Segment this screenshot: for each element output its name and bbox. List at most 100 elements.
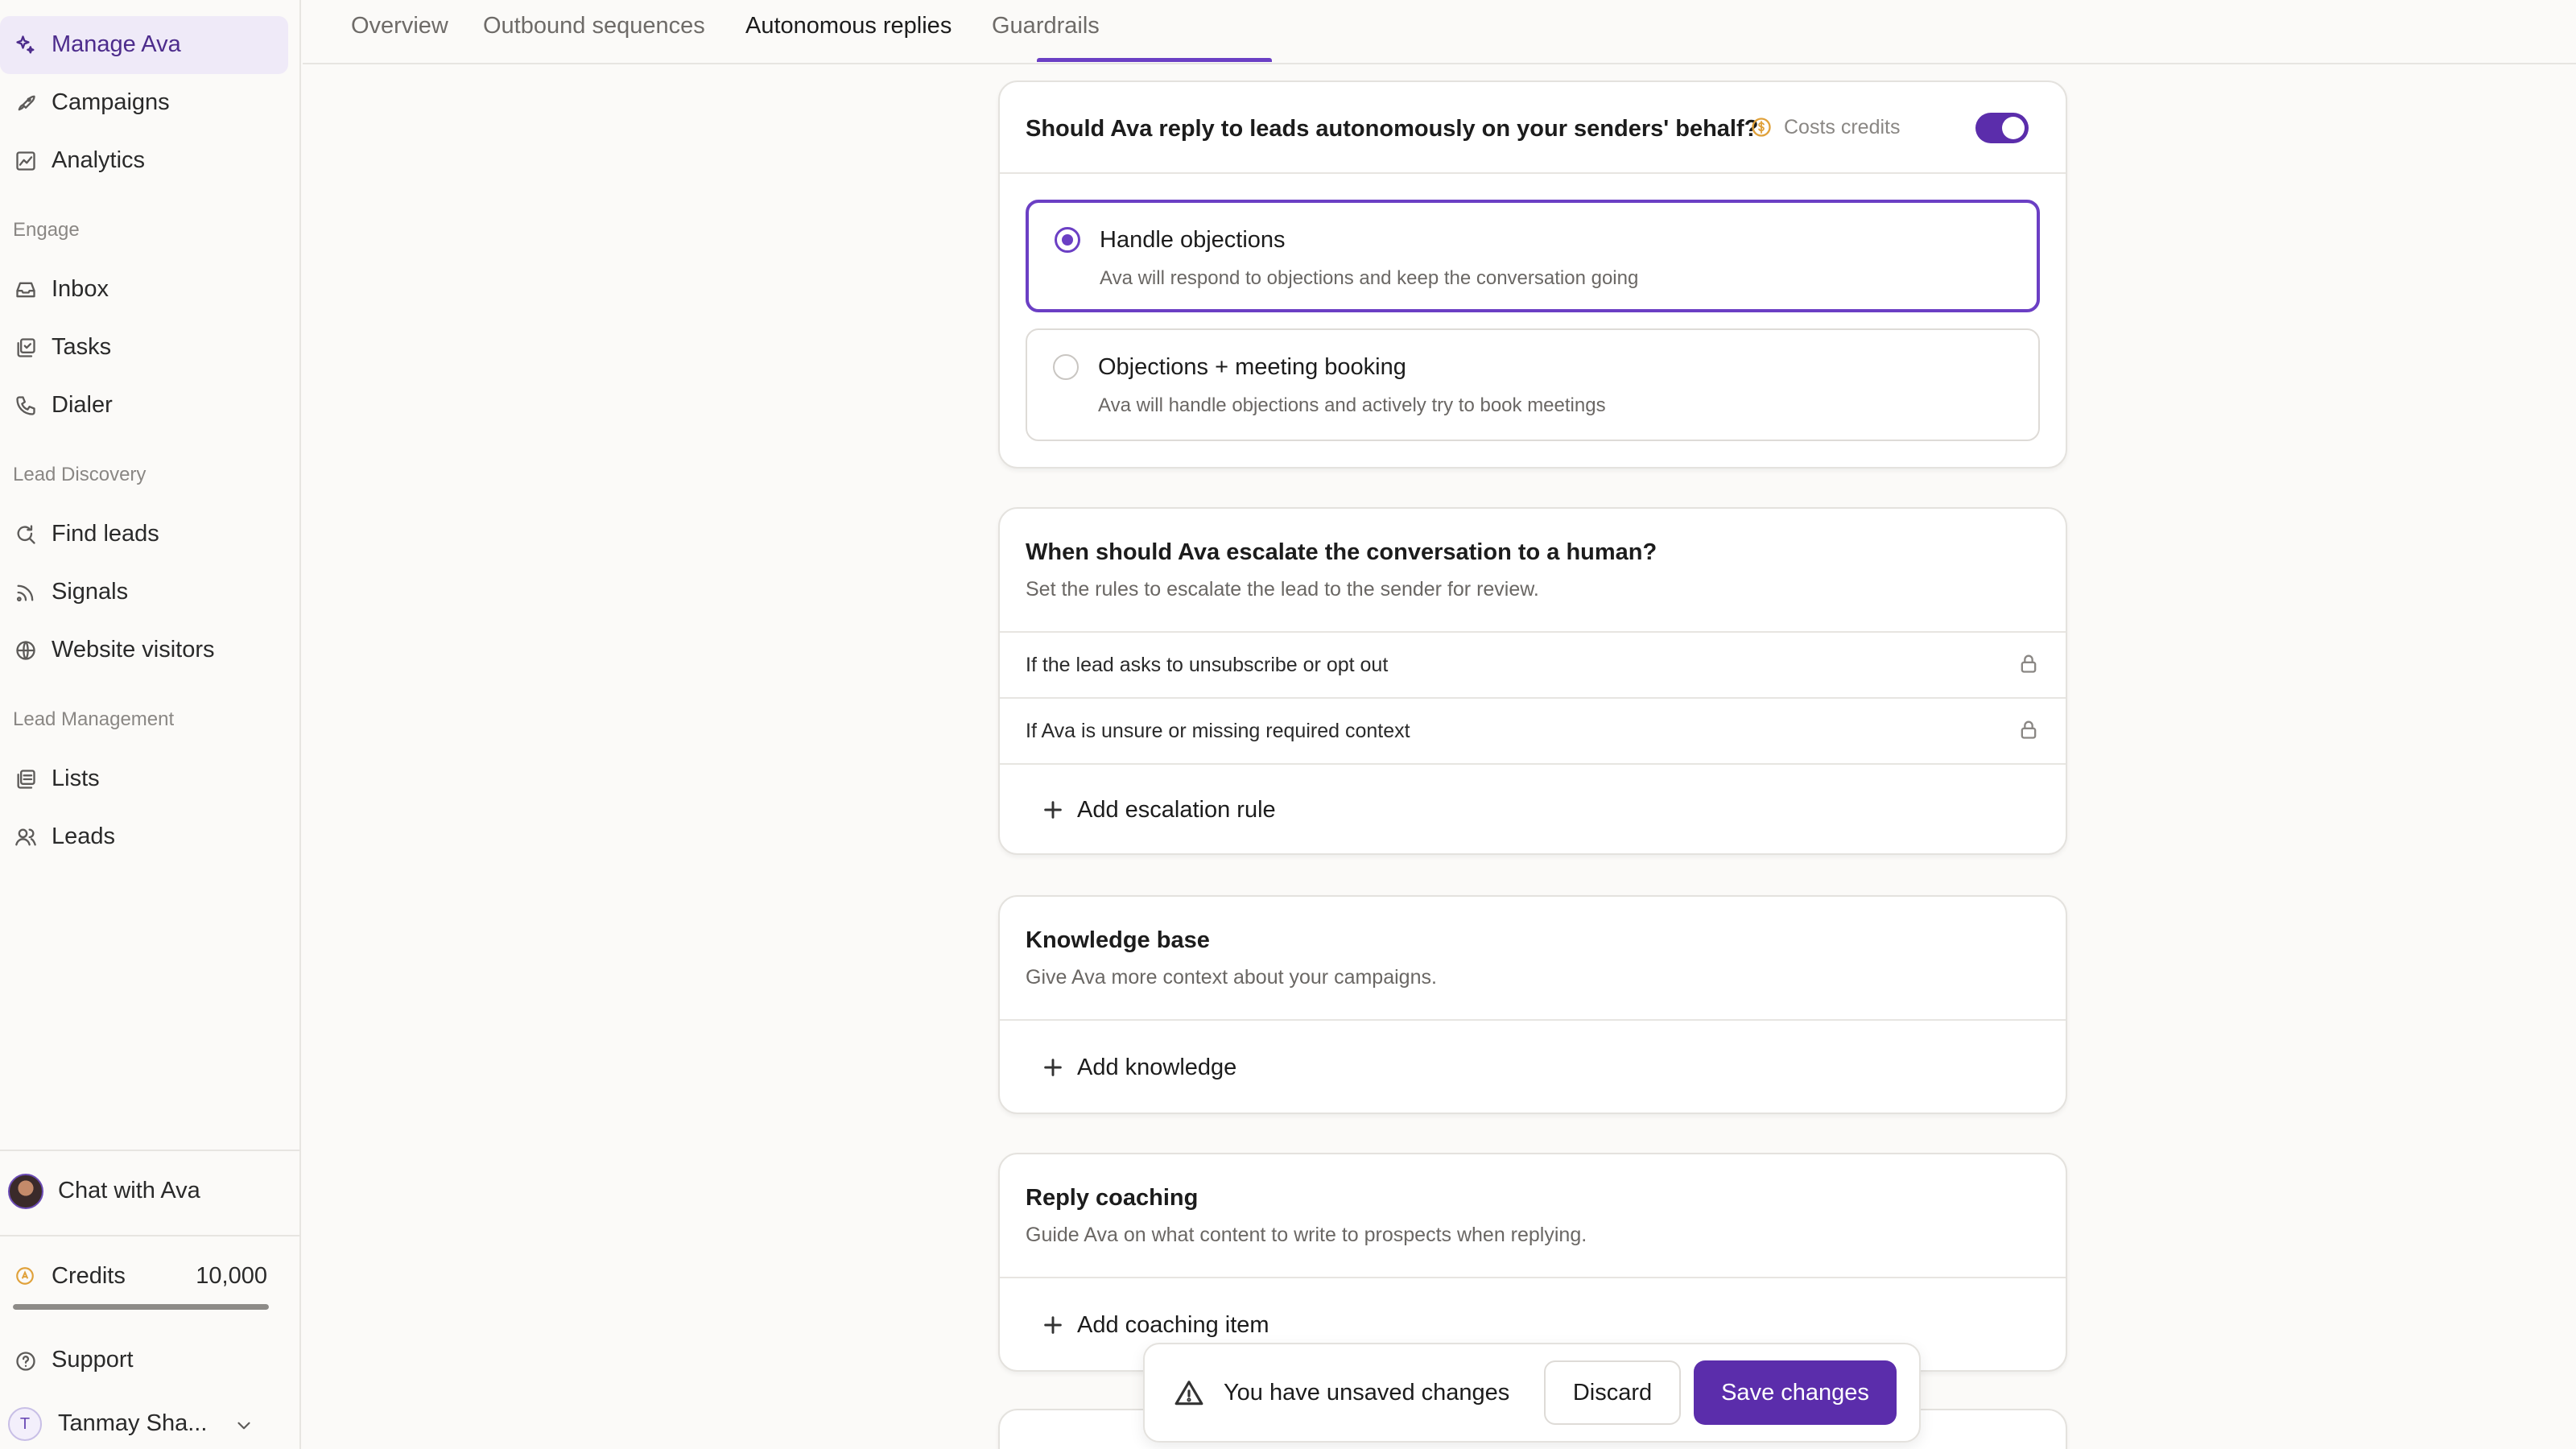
warning-triangle-icon <box>1174 1378 1204 1409</box>
escalation-card: When should Ava escalate the conversatio… <box>998 507 2067 855</box>
tab-guardrails[interactable]: Guardrails <box>992 13 1100 39</box>
add-escalation-rule-button[interactable]: Add escalation rule <box>1040 794 1276 826</box>
sidebar-item-manage-ava[interactable]: Manage Ava <box>0 16 288 74</box>
users-icon <box>14 826 37 848</box>
add-label: Add knowledge <box>1077 1054 1237 1080</box>
plus-icon <box>1040 1312 1066 1338</box>
plus-icon <box>1040 797 1066 823</box>
toggle-knob <box>2002 117 2025 139</box>
card-title: Knowledge base <box>1026 927 1210 953</box>
sidebar-item-leads[interactable]: Leads <box>0 808 288 866</box>
sidebar-item-label: Website visitors <box>52 637 215 663</box>
plus-icon <box>1040 1055 1066 1080</box>
option-title: Objections + meeting booking <box>1098 354 1406 380</box>
app-window: Manage Ava Campaigns Analytics Engage In… <box>0 0 2576 1449</box>
card-title: Should Ava reply to leads autonomously o… <box>1026 116 1759 142</box>
sidebar-item-inbox[interactable]: Inbox <box>0 261 288 319</box>
tab-bar: Overview Outbound sequences Autonomous r… <box>303 0 2576 64</box>
card-subtitle: Guide Ava on what content to write to pr… <box>1026 1224 1587 1246</box>
chat-with-ava-link[interactable]: Chat with Ava <box>58 1178 200 1204</box>
active-tab-indicator <box>1037 58 1272 62</box>
coin-icon <box>14 1265 35 1286</box>
sidebar-item-signals[interactable]: Signals <box>0 564 288 621</box>
sidebar-divider <box>0 1235 299 1236</box>
sidebar-item-dialer[interactable]: Dialer <box>0 377 288 435</box>
coin-icon <box>1750 116 1773 138</box>
option-description: Ava will handle objections and actively … <box>1098 394 1606 416</box>
sidebar-item-label: Lists <box>52 766 100 791</box>
sidebar-item-label: Inbox <box>52 276 109 302</box>
option-description: Ava will respond to objections and keep … <box>1100 267 1639 289</box>
costs-credits-hint: Costs credits <box>1784 116 1901 138</box>
sidebar-item-label: Signals <box>52 579 129 605</box>
search-refresh-icon <box>14 523 37 546</box>
sparkle-icon <box>14 34 37 56</box>
credits-progress-bar <box>13 1304 269 1310</box>
sidebar-item-label: Leads <box>52 824 116 849</box>
card-divider <box>1000 697 2066 699</box>
unsaved-changes-bar: You have unsaved changes Discard Save ch… <box>1143 1343 1921 1443</box>
signal-icon <box>14 581 37 604</box>
sidebar-item-tasks[interactable]: Tasks <box>0 319 288 377</box>
sidebar-item-label: Campaigns <box>52 89 170 115</box>
autonomous-reply-card: Should Ava reply to leads autonomously o… <box>998 80 2067 469</box>
ava-avatar[interactable] <box>8 1174 43 1209</box>
sidebar: Manage Ava Campaigns Analytics Engage In… <box>0 0 301 1449</box>
sidebar-item-analytics[interactable]: Analytics <box>0 132 288 190</box>
escalation-rule: If the lead asks to unsubscribe or opt o… <box>1026 654 1389 676</box>
section-label-lead-management: Lead Management <box>13 708 175 730</box>
tasks-icon <box>14 336 37 359</box>
chart-line-icon <box>14 150 37 172</box>
add-knowledge-button[interactable]: Add knowledge <box>1040 1051 1236 1084</box>
lock-icon <box>2017 652 2040 675</box>
section-label-lead-discovery: Lead Discovery <box>13 464 147 485</box>
chevron-down-icon[interactable] <box>233 1415 254 1436</box>
sidebar-item-label: Analytics <box>52 147 146 173</box>
save-changes-button[interactable]: Save changes <box>1694 1360 1897 1425</box>
card-divider <box>1000 1019 2066 1021</box>
credits-value: 10,000 <box>196 1263 267 1289</box>
tab-overview[interactable]: Overview <box>351 13 448 39</box>
credits-progress-fill <box>13 1304 269 1310</box>
card-divider <box>1000 631 2066 633</box>
add-coaching-item-button[interactable]: Add coaching item <box>1040 1309 1269 1341</box>
escalation-rule: If Ava is unsure or missing required con… <box>1026 720 1410 742</box>
radio-button[interactable] <box>1053 354 1079 380</box>
card-title: When should Ava escalate the conversatio… <box>1026 539 1657 565</box>
inbox-icon <box>14 279 37 301</box>
sidebar-item-label: Tasks <box>52 334 112 360</box>
card-divider <box>1000 1277 2066 1278</box>
support-link[interactable]: Support <box>52 1347 134 1373</box>
radio-button[interactable] <box>1055 227 1080 253</box>
autonomous-reply-toggle[interactable] <box>1975 113 2029 143</box>
user-name[interactable]: Tanmay Sha... <box>58 1410 207 1437</box>
sidebar-item-find-leads[interactable]: Find leads <box>0 506 288 564</box>
user-avatar[interactable]: T <box>8 1407 42 1441</box>
sidebar-item-website-visitors[interactable]: Website visitors <box>0 621 288 679</box>
card-title: Reply coaching <box>1026 1185 1199 1211</box>
option-handle-objections[interactable]: Handle objections Ava will respond to ob… <box>1026 200 2040 312</box>
discard-button[interactable]: Discard <box>1544 1360 1681 1425</box>
section-label-engage: Engage <box>13 219 80 241</box>
sidebar-item-label: Dialer <box>52 392 113 418</box>
option-title: Handle objections <box>1100 227 1286 253</box>
help-circle-icon <box>14 1350 37 1373</box>
phone-icon <box>14 394 37 417</box>
sidebar-item-label: Manage Ava <box>52 31 181 57</box>
lock-icon <box>2017 718 2040 741</box>
card-divider <box>1000 172 2066 174</box>
list-icon <box>14 768 37 791</box>
sidebar-divider <box>0 1150 299 1151</box>
tab-outbound-sequences[interactable]: Outbound sequences <box>483 13 705 39</box>
card-divider <box>1000 763 2066 765</box>
card-subtitle: Set the rules to escalate the lead to th… <box>1026 578 1539 601</box>
sidebar-item-campaigns[interactable]: Campaigns <box>0 74 288 132</box>
option-objections-meeting-booking[interactable]: Objections + meeting booking Ava will ha… <box>1026 328 2040 441</box>
unsaved-changes-message: You have unsaved changes <box>1224 1380 1510 1406</box>
sidebar-item-lists[interactable]: Lists <box>0 750 288 808</box>
rocket-icon <box>14 92 37 114</box>
knowledge-base-card: Knowledge base Give Ava more context abo… <box>998 895 2067 1114</box>
add-label: Add escalation rule <box>1077 796 1276 823</box>
sidebar-item-label: Find leads <box>52 521 159 547</box>
tab-autonomous-replies[interactable]: Autonomous replies <box>745 13 952 39</box>
